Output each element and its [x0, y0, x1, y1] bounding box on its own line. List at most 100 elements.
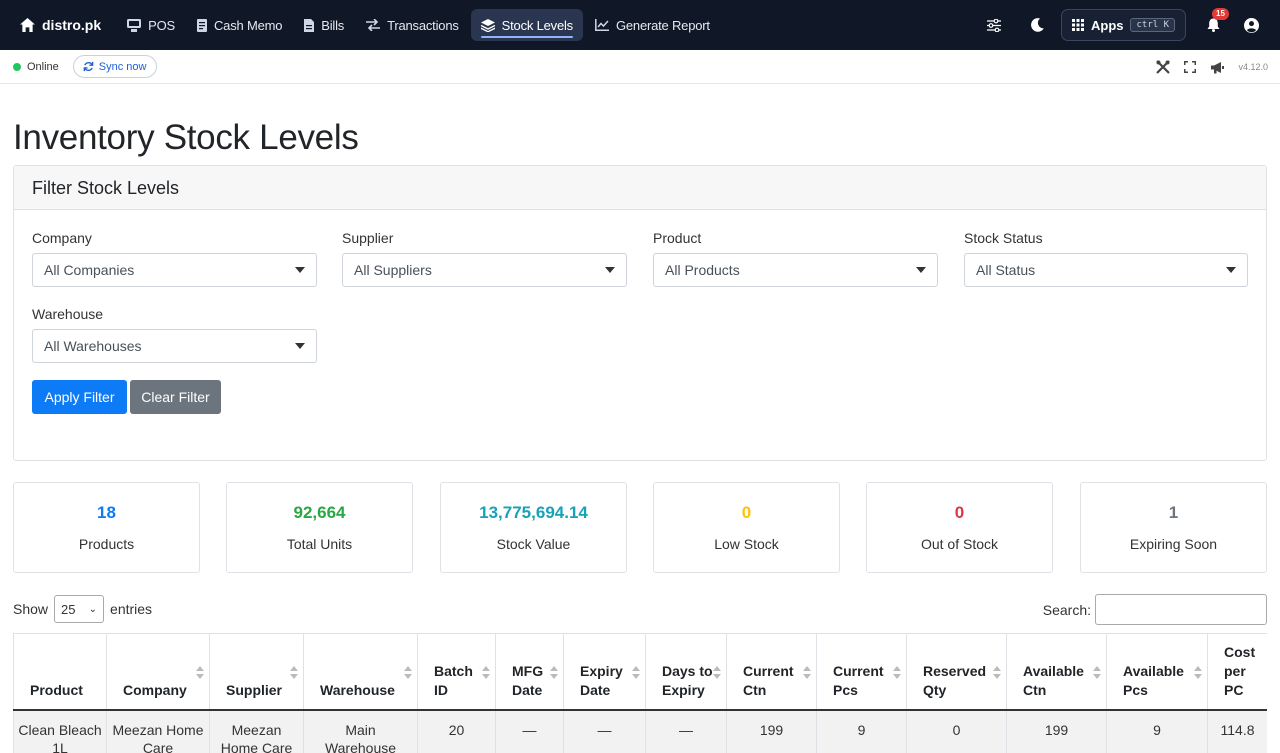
stat-stock-value-value: 13,775,694.14	[479, 503, 588, 522]
col-header[interactable]: Current Pcs	[816, 633, 907, 711]
stat-low-stock-label: Low Stock	[714, 536, 779, 552]
product-field: Product All Products	[653, 230, 938, 287]
nav-cash-memo[interactable]: Cash Memo	[187, 9, 292, 41]
settings-sliders-button[interactable]	[979, 10, 1009, 40]
col-header[interactable]: Available Ctn	[1006, 633, 1107, 711]
stat-out-of-stock: 0 Out of Stock	[866, 482, 1053, 573]
col-header[interactable]: Batch ID	[417, 633, 496, 711]
col-header[interactable]: Product	[13, 633, 107, 711]
stat-out-of-stock-label: Out of Stock	[920, 536, 999, 552]
product-select[interactable]: All Products	[653, 253, 938, 287]
cell-available-ctn: 199	[1006, 709, 1107, 753]
refresh-icon	[83, 61, 94, 72]
cell-mfg-date: —	[495, 709, 564, 753]
supplier-select-value: All Suppliers	[354, 262, 432, 278]
cell-product: Clean Bleach 1L	[13, 709, 107, 753]
col-header[interactable]: Warehouse	[303, 633, 418, 711]
supplier-select[interactable]: All Suppliers	[342, 253, 627, 287]
search-label: Search:	[1042, 601, 1091, 618]
stock-table-wrapper: Product Company Supplier Warehouse Batch…	[13, 633, 1267, 753]
stat-products: 18 Products	[13, 482, 200, 573]
brand-link[interactable]: distro.pk	[20, 9, 101, 41]
warehouse-field: Warehouse All Warehouses	[32, 306, 317, 363]
col-header[interactable]: Reserved Qty	[906, 633, 1007, 711]
cell-supplier: Meezan Home Care	[209, 709, 304, 753]
sync-now-button[interactable]: Sync now	[72, 55, 157, 78]
cell-current-pcs: 9	[816, 709, 907, 753]
filter-card: Filter Stock Levels Company All Companie…	[13, 165, 1267, 461]
search-input[interactable]	[1095, 594, 1267, 625]
col-header[interactable]: Available Pcs	[1106, 633, 1208, 711]
dark-mode-toggle[interactable]	[1023, 10, 1053, 40]
col-header[interactable]: Supplier	[209, 633, 304, 711]
warehouse-select[interactable]: All Warehouses	[32, 329, 317, 363]
stat-total-units: 92,664 Total Units	[226, 482, 413, 573]
stock-status-field: Stock Status All Status	[964, 230, 1248, 287]
stat-total-units-value: 92,664	[293, 503, 346, 522]
apply-filter-button[interactable]: Apply Filter	[32, 380, 127, 414]
col-header[interactable]: Days to Expiry	[645, 633, 727, 711]
transactions-icon	[366, 19, 381, 31]
nav-stock-levels-label: Stock Levels	[501, 17, 574, 33]
col-header[interactable]: Current Ctn	[726, 633, 817, 711]
notification-badge: 15	[1212, 8, 1229, 20]
stock-status-select-value: All Status	[976, 262, 1036, 278]
stat-low-stock: 0 Low Stock	[653, 482, 840, 573]
warehouse-label: Warehouse	[32, 306, 104, 322]
cash-memo-icon	[196, 18, 207, 32]
nav-bills[interactable]: Bills	[294, 9, 354, 41]
top-navbar: distro.pk POS Cash Memo Bills Transactio…	[0, 0, 1280, 50]
company-field: Company All Companies	[32, 230, 317, 287]
nav-stock-levels[interactable]: Stock Levels	[470, 9, 583, 41]
caret-down-icon	[295, 343, 305, 349]
show-label: Show	[13, 601, 49, 617]
cell-cost-per-pc: 114.8	[1207, 709, 1267, 753]
col-header[interactable]: Company	[106, 633, 210, 711]
clear-filter-button[interactable]: Clear Filter	[130, 380, 221, 414]
caret-down-icon	[1226, 267, 1236, 273]
notifications-button[interactable]: 15	[1198, 8, 1229, 40]
tools-icon[interactable]	[1156, 60, 1171, 74]
chevron-down-icon: ⌄	[88, 603, 98, 615]
sync-now-label: Sync now	[98, 60, 147, 73]
megaphone-icon[interactable]	[1210, 61, 1225, 74]
cell-reserved-qty: 0	[906, 709, 1007, 753]
nav-pos[interactable]: POS	[117, 9, 185, 41]
caret-down-icon	[605, 267, 615, 273]
col-header[interactable]: Cost per PC	[1207, 633, 1267, 711]
stat-low-stock-value: 0	[741, 503, 752, 522]
nav-generate-report[interactable]: Generate Report	[585, 9, 720, 41]
supplier-field: Supplier All Suppliers	[342, 230, 627, 287]
apps-shortcut: ctrl K	[1130, 18, 1175, 32]
stat-total-units-label: Total Units	[286, 536, 353, 552]
user-menu-button[interactable]	[1236, 10, 1266, 40]
product-label: Product	[653, 230, 702, 246]
cell-available-pcs: 9	[1106, 709, 1208, 753]
stock-table: Product Company Supplier Warehouse Batch…	[13, 633, 1267, 753]
cell-company: Meezan Home Care	[106, 709, 210, 753]
col-header[interactable]: Expiry Date	[563, 633, 646, 711]
caret-down-icon	[916, 267, 926, 273]
pos-icon	[127, 18, 142, 32]
apps-label: Apps	[1090, 17, 1124, 33]
nav-transactions[interactable]: Transactions	[356, 9, 469, 41]
fullscreen-icon[interactable]	[1184, 61, 1197, 73]
filter-card-header: Filter Stock Levels	[14, 166, 1266, 210]
col-header[interactable]: MFG Date	[495, 633, 564, 711]
stat-expiring-soon-value: 1	[1168, 503, 1179, 522]
apps-button[interactable]: Apps ctrl K	[1060, 9, 1186, 41]
stat-stock-value-label: Stock Value	[496, 536, 571, 552]
layers-icon	[480, 18, 495, 32]
stat-out-of-stock-value: 0	[954, 503, 965, 522]
grid-icon	[1071, 19, 1084, 31]
company-select[interactable]: All Companies	[32, 253, 317, 287]
show-entries-control: Show 25 ⌄ entries	[13, 595, 152, 623]
warehouse-select-value: All Warehouses	[44, 338, 142, 354]
stock-status-select[interactable]: All Status	[964, 253, 1248, 287]
connection-status: Online	[13, 61, 59, 73]
moon-icon	[1031, 18, 1045, 32]
stat-products-label: Products	[78, 536, 135, 552]
table-row[interactable]: Clean Bleach 1L Meezan Home Care Meezan …	[13, 709, 1267, 753]
entries-length-select[interactable]: 25 ⌄	[54, 595, 105, 623]
company-label: Company	[32, 230, 92, 246]
